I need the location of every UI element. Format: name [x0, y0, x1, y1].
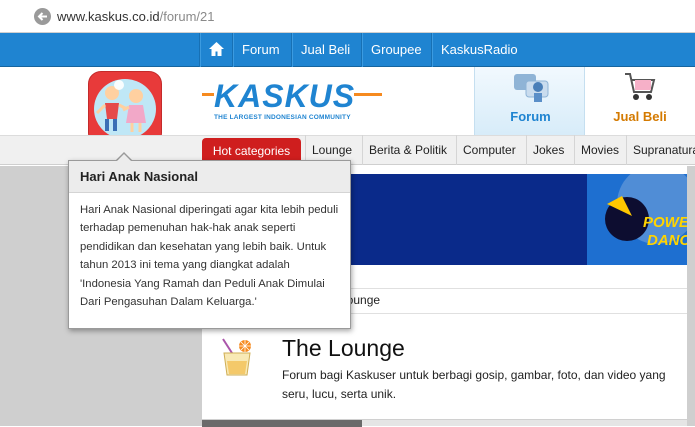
- tooltip-title: Hari Anak Nasional: [69, 161, 350, 193]
- nav-groupee[interactable]: Groupee: [361, 33, 431, 67]
- nav-jual-beli[interactable]: Jual Beli: [291, 33, 359, 67]
- lounge-drink-icon: [222, 338, 251, 376]
- right-background-strip: [687, 166, 695, 426]
- browser-url-bar[interactable]: www.kaskus.co.id/forum/21: [0, 0, 695, 33]
- banner-artwork: POWER DANCE: [587, 174, 687, 265]
- bottom-tab-strip: [202, 419, 687, 427]
- nav-kaskusradio[interactable]: KaskusRadio: [431, 33, 527, 67]
- shopping-cart-icon: [625, 73, 656, 100]
- logo-tagline: THE LARGEST INDONESIAN COMMUNITY: [214, 114, 351, 121]
- forum-description: Forum bagi Kaskuser untuk berbagi gosip,…: [282, 368, 666, 401]
- url-domain: www.kaskus.co.id: [57, 9, 160, 24]
- tooltip-body: Hari Anak Nasional diperingati agar kita…: [80, 204, 339, 309]
- nav-forum[interactable]: Forum: [232, 33, 289, 67]
- category-movies[interactable]: Movies: [574, 135, 625, 165]
- category-jokes[interactable]: Jokes: [526, 135, 570, 165]
- url-text[interactable]: www.kaskus.co.id/forum/21: [57, 9, 215, 24]
- forum-tab-icon: [514, 74, 549, 102]
- hari-anak-nasional-tooltip: Hari Anak Nasional Hari Anak Nasional di…: [68, 160, 351, 329]
- banner-text-dance: DANCE: [647, 232, 687, 249]
- tooltip-arrow-inner: [117, 154, 131, 161]
- category-berita-politik[interactable]: Berita & Politik: [362, 135, 453, 165]
- tab-jual-beli[interactable]: Jual Beli: [585, 67, 695, 135]
- page-title: The Lounge: [282, 335, 405, 361]
- home-icon[interactable]: [199, 33, 232, 67]
- url-path: /forum/21: [159, 9, 215, 24]
- back-arrow-icon[interactable]: [34, 8, 51, 25]
- logo-dash-left: [202, 93, 214, 96]
- category-computer[interactable]: Computer: [456, 135, 522, 165]
- banner-text-power: POWER: [643, 214, 687, 231]
- tab-forum-label: Forum: [510, 109, 551, 124]
- category-supranatural[interactable]: Supranatural: [626, 135, 695, 165]
- tab-jual-beli-label: Jual Beli: [613, 109, 667, 124]
- kaskus-logo[interactable]: KASKUS THE LARGEST INDONESIAN COMMUNITY: [202, 78, 387, 124]
- children-illustration: [94, 79, 156, 139]
- logo-dash-right: [354, 93, 382, 96]
- tab-forum[interactable]: Forum: [474, 67, 585, 135]
- top-navbar: Forum Jual Beli Groupee KaskusRadio: [0, 33, 695, 67]
